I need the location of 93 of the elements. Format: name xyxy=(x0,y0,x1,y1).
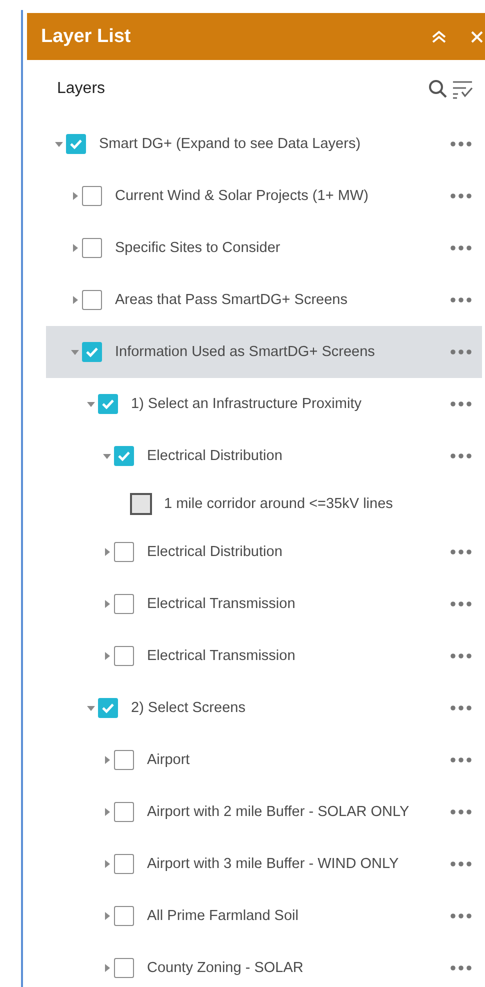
layer-name: Electrical Distribution xyxy=(147,448,284,464)
layer-name: All Prime Farmland Soil xyxy=(147,908,300,924)
layer-row[interactable]: Airport with 2 mile Buffer - SOLAR ONLY xyxy=(46,786,482,838)
legend-label: 1 mile corridor around <=35kV lines xyxy=(164,496,394,512)
checkbox[interactable] xyxy=(114,958,134,978)
checkbox[interactable] xyxy=(98,698,118,718)
collapse-icon[interactable] xyxy=(431,30,447,44)
layer-row[interactable]: Airport with 3 mile Buffer - WIND ONLY xyxy=(46,838,482,890)
more-options-icon[interactable] xyxy=(450,757,472,763)
layer-row[interactable]: All Prime Farmland Soil xyxy=(46,890,482,942)
checkbox[interactable] xyxy=(82,186,102,206)
checkmark-icon xyxy=(101,702,115,714)
checkbox[interactable] xyxy=(114,906,134,926)
checkbox[interactable] xyxy=(114,854,134,874)
layer-name: Airport with 2 mile Buffer - SOLAR ONLY xyxy=(147,804,410,820)
more-options-icon[interactable] xyxy=(450,193,472,199)
checkbox[interactable] xyxy=(114,750,134,770)
filter-list-icon[interactable] xyxy=(452,79,474,99)
layer-name: Information Used as SmartDG+ Screens xyxy=(115,344,376,360)
checkmark-icon xyxy=(101,398,115,410)
more-options-icon[interactable] xyxy=(450,913,472,919)
caret-icon[interactable] xyxy=(103,964,111,972)
checkbox[interactable] xyxy=(114,542,134,562)
checkbox[interactable] xyxy=(82,290,102,310)
layer-row[interactable]: Smart DG+ (Expand to see Data Layers) xyxy=(46,118,482,170)
legend-swatch xyxy=(130,493,152,515)
layer-name: Electrical Transmission xyxy=(147,648,296,664)
layer-name: 2) Select Screens xyxy=(131,700,246,716)
close-icon[interactable] xyxy=(471,30,483,42)
caret-icon[interactable] xyxy=(103,600,111,608)
caret-icon[interactable] xyxy=(71,348,79,356)
checkbox[interactable] xyxy=(98,394,118,414)
checkbox[interactable] xyxy=(114,802,134,822)
layer-name: 1) Select an Infrastructure Proximity xyxy=(131,396,362,412)
layer-row[interactable]: Electrical Distribution xyxy=(46,430,482,482)
layer-row[interactable]: Information Used as SmartDG+ Screens xyxy=(46,326,482,378)
checkbox[interactable] xyxy=(82,342,102,362)
caret-icon[interactable] xyxy=(103,652,111,660)
caret-icon[interactable] xyxy=(103,756,111,764)
checkmark-icon xyxy=(117,450,131,462)
checkmark-icon xyxy=(69,138,83,150)
more-options-icon[interactable] xyxy=(450,297,472,303)
layer-name: Electrical Distribution xyxy=(147,544,284,560)
more-options-icon[interactable] xyxy=(450,965,472,971)
layer-row[interactable]: Airport xyxy=(46,734,482,786)
layer-row[interactable]: Areas that Pass SmartDG+ Screens xyxy=(46,274,482,326)
caret-icon[interactable] xyxy=(55,140,63,148)
more-options-icon[interactable] xyxy=(450,549,472,555)
more-options-icon[interactable] xyxy=(450,401,472,407)
caret-icon[interactable] xyxy=(103,548,111,556)
layer-name: Smart DG+ (Expand to see Data Layers) xyxy=(99,136,362,152)
caret-icon[interactable] xyxy=(71,192,79,200)
more-options-icon[interactable] xyxy=(450,601,472,607)
section-heading: Layers xyxy=(57,80,106,98)
caret-icon[interactable] xyxy=(103,808,111,816)
layer-name: County Zoning - SOLAR xyxy=(147,960,304,976)
layer-row[interactable]: 2) Select Screens xyxy=(46,682,482,734)
caret-icon[interactable] xyxy=(87,704,95,712)
layer-row[interactable]: Electrical Distribution xyxy=(46,526,482,578)
layer-row[interactable]: County Zoning - SOLAR xyxy=(46,942,482,987)
checkbox[interactable] xyxy=(82,238,102,258)
layer-row[interactable]: Electrical Transmission xyxy=(46,578,482,630)
more-options-icon[interactable] xyxy=(450,349,472,355)
search-icon[interactable] xyxy=(428,79,448,99)
layer-name: Specific Sites to Consider xyxy=(115,240,282,256)
layer-row[interactable]: Electrical Transmission xyxy=(46,630,482,682)
more-options-icon[interactable] xyxy=(450,653,472,659)
checkmark-icon xyxy=(85,346,99,358)
more-options-icon[interactable] xyxy=(450,809,472,815)
caret-icon[interactable] xyxy=(71,244,79,252)
layer-row[interactable]: 1) Select an Infrastructure Proximity xyxy=(46,378,482,430)
caret-icon[interactable] xyxy=(71,296,79,304)
checkbox[interactable] xyxy=(114,594,134,614)
layer-row[interactable]: Current Wind & Solar Projects (1+ MW) xyxy=(46,170,482,222)
more-options-icon[interactable] xyxy=(450,245,472,251)
caret-icon[interactable] xyxy=(103,860,111,868)
panel-title: Layer List xyxy=(41,26,132,48)
layer-name: Current Wind & Solar Projects (1+ MW) xyxy=(115,188,370,204)
more-options-icon[interactable] xyxy=(450,705,472,711)
checkbox[interactable] xyxy=(114,646,134,666)
layer-name: Electrical Transmission xyxy=(147,596,296,612)
layer-row[interactable]: Specific Sites to Consider xyxy=(46,222,482,274)
layer-name: Areas that Pass SmartDG+ Screens xyxy=(115,292,348,308)
more-options-icon[interactable] xyxy=(450,453,472,459)
caret-icon[interactable] xyxy=(103,912,111,920)
layer-name: Airport xyxy=(147,752,191,768)
more-options-icon[interactable] xyxy=(450,861,472,867)
caret-icon[interactable] xyxy=(87,400,95,408)
more-options-icon[interactable] xyxy=(450,141,472,147)
layer-name: Airport with 3 mile Buffer - WIND ONLY xyxy=(147,856,400,872)
checkbox[interactable] xyxy=(114,446,134,466)
checkbox[interactable] xyxy=(66,134,86,154)
caret-icon[interactable] xyxy=(103,452,111,460)
